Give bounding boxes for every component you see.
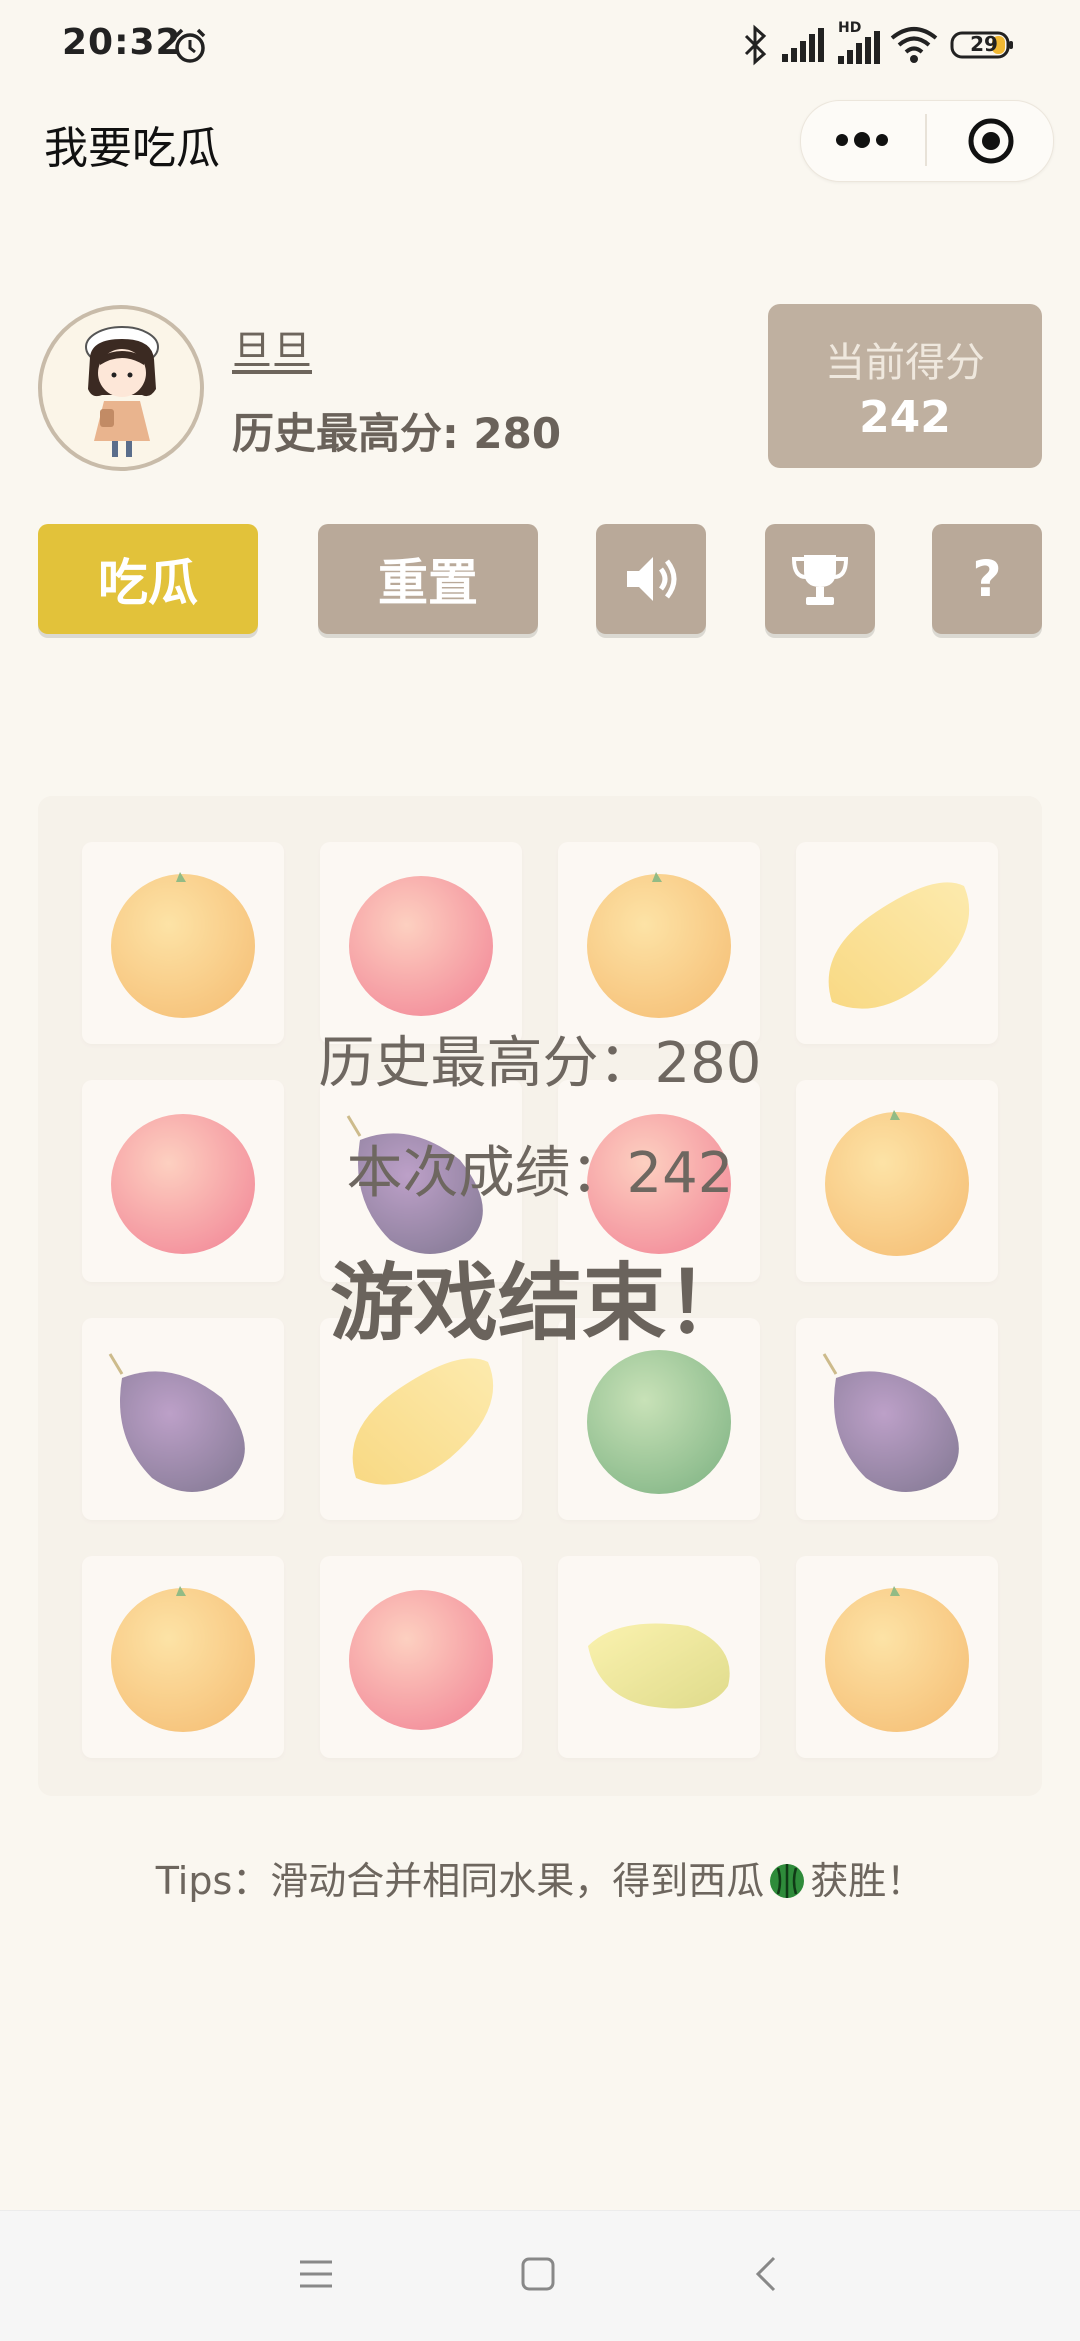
current-score-label: 当前得分 [825, 340, 985, 386]
home-icon[interactable] [520, 2256, 556, 2292]
username[interactable]: 旦旦 [232, 318, 312, 376]
current-score-value: 242 [859, 392, 951, 443]
reset-button[interactable]: 重置 [318, 524, 538, 634]
menu-icon[interactable] [298, 2258, 334, 2290]
battery-level: 29 [970, 32, 998, 56]
game-over-best-score: 历史最高分：280 [318, 1031, 762, 1096]
speaker-icon [627, 557, 677, 601]
watermelon-icon [770, 1864, 805, 1898]
help-button[interactable]: ? [932, 524, 1042, 634]
bluetooth-icon [744, 24, 767, 66]
game-over-title: 游戏结束！ [329, 1254, 750, 1352]
close-miniprogram-icon[interactable] [966, 116, 1016, 166]
best-score: 历史最高分: 280 [232, 409, 562, 458]
wifi-icon [890, 27, 938, 63]
signal-icon [782, 28, 824, 62]
sound-button[interactable] [596, 524, 706, 634]
page-title: 我要吃瓜 [44, 123, 220, 174]
trophy-icon [791, 555, 849, 605]
avatar-girl-icon [85, 326, 159, 457]
more-icon[interactable] [830, 126, 894, 154]
alarm-icon [174, 28, 206, 63]
ranking-button[interactable] [765, 524, 875, 634]
tips-text-after: 获胜！ [810, 1859, 925, 1903]
signal-hd-icon [838, 31, 880, 64]
avatar [38, 305, 204, 471]
back-icon[interactable] [752, 2254, 780, 2294]
game-over-current-score: 本次成绩：242 [346, 1141, 734, 1206]
eat-button[interactable]: 吃瓜 [38, 524, 258, 634]
tips-text-before: Tips：滑动合并相同水果，得到西瓜 [155, 1859, 765, 1903]
capsule-divider [925, 114, 927, 166]
status-time: 20:32 [62, 22, 182, 63]
tips-text: Tips：滑动合并相同水果，得到西瓜 获胜！ [0, 1850, 1080, 1905]
